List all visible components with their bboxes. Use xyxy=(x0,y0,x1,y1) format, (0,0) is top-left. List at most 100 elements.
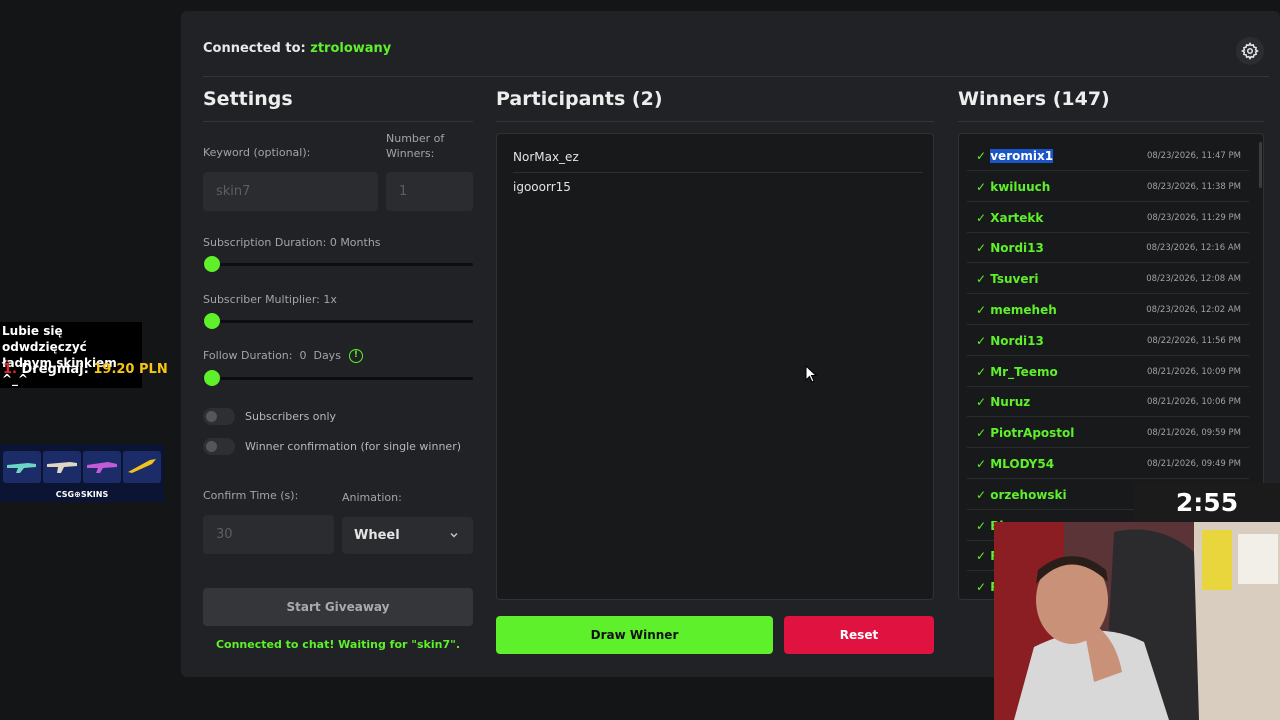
donation-message-line-1: Lubie się odwdzięczyć xyxy=(2,324,87,354)
participant-row[interactable]: igooorr15 xyxy=(513,180,571,194)
follow-duration-handle[interactable] xyxy=(204,370,220,386)
winners-divider xyxy=(958,121,1264,122)
check-icon: ✓ xyxy=(976,241,991,256)
winner-username: Mr_Teemo xyxy=(990,364,1058,379)
winner-row[interactable]: ✓ Xartekk 08/23/2026, 11:29 PM xyxy=(967,202,1249,233)
connection-label: Connected to: xyxy=(203,41,306,56)
settings-gear-button[interactable] xyxy=(1236,37,1264,65)
donation-message: Lubie się odwdzięczyć ładnym skinkiem ^_… xyxy=(0,322,142,388)
subscription-duration-label: Subscription Duration: 0 Months xyxy=(203,236,381,249)
winner-row[interactable]: ✓ Tsuveri 08/23/2026, 12:08 AM xyxy=(967,263,1249,295)
info-icon[interactable]: ! xyxy=(348,349,363,363)
subscription-duration-slider[interactable] xyxy=(203,263,473,266)
winner-row[interactable]: ✓ Nordi13 08/23/2026, 12:16 AM xyxy=(967,232,1249,264)
winner-username: Nuruz xyxy=(990,395,1031,410)
participants-list: NorMax_ez igooorr15 xyxy=(496,133,934,600)
winner-row[interactable]: ✓ Nordi13 08/22/2026, 11:56 PM xyxy=(967,325,1249,356)
check-icon: ✓ xyxy=(976,580,991,595)
keyword-input[interactable]: skin7 xyxy=(203,172,378,211)
winner-username: veromix1 xyxy=(990,149,1054,163)
connection-status: Connected to: ztrolowany xyxy=(203,41,391,56)
gear-icon xyxy=(1241,42,1259,60)
winner-username: Nordi13 xyxy=(990,333,1044,348)
subscriber-multiplier-handle[interactable] xyxy=(204,313,220,329)
confirm-time-input[interactable]: 30 xyxy=(203,515,334,554)
webcam-feed xyxy=(994,522,1280,720)
check-icon: ✓ xyxy=(976,395,991,410)
header-divider xyxy=(203,76,1269,77)
winner-username: Tsuveri xyxy=(990,272,1039,287)
mouse-cursor-icon xyxy=(805,365,817,383)
participant-divider xyxy=(513,172,923,173)
winner-username: orzehowski xyxy=(990,487,1067,502)
follow-duration-label: Follow Duration: 0 Days xyxy=(203,349,341,362)
check-icon: ✓ xyxy=(976,518,991,533)
winners-scrollbar[interactable] xyxy=(1259,142,1262,188)
participants-title: Participants (2) xyxy=(496,88,663,110)
winner-row[interactable]: ✓ Nuruz 08/21/2026, 10:06 PM xyxy=(967,386,1249,418)
winner-date: 08/21/2026, 09:49 PM xyxy=(1146,459,1241,469)
skin-thumb xyxy=(83,451,121,483)
winner-name: ✓ Nuruz xyxy=(976,395,1030,409)
participants-divider xyxy=(496,121,934,122)
start-giveaway-button[interactable]: Start Giveaway xyxy=(203,588,473,626)
winner-name: ✓ veromix1 xyxy=(976,149,1054,163)
winner-name: ✓ Xartekk xyxy=(976,211,1043,225)
donor-rank: 1. xyxy=(3,362,17,377)
check-icon: ✓ xyxy=(976,149,991,163)
winners-title: Winners (147) xyxy=(958,88,1110,110)
winner-name: ✓ memeheh xyxy=(976,303,1057,317)
winner-row[interactable]: ✓ PiotrApostol 08/21/2026, 09:59 PM xyxy=(967,417,1249,449)
donor-name: Dregmaj: xyxy=(21,362,89,377)
draw-winner-button[interactable]: Draw Winner xyxy=(496,616,773,654)
skins-banner: CSG⊕SKINS xyxy=(0,444,164,502)
winner-date: 08/23/2026, 12:16 AM xyxy=(1146,243,1241,254)
winner-username: memeheh xyxy=(990,303,1057,317)
winner-date: 08/22/2026, 11:56 PM xyxy=(1146,335,1241,346)
winner-name: ✓ Nordi13 xyxy=(976,241,1044,255)
winner-row[interactable]: ✓ kwiluuch 08/23/2026, 11:38 PM xyxy=(967,171,1249,202)
winner-name: ✓ Mr_Teemo xyxy=(976,365,1058,379)
skin-thumb xyxy=(43,451,81,483)
winner-date: 08/21/2026, 09:59 PM xyxy=(1146,428,1241,439)
winner-date: 08/21/2026, 10:06 PM xyxy=(1146,397,1241,408)
winner-name: ✓ Tsuveri xyxy=(976,272,1039,286)
winner-name: ✓ PiotrApostol xyxy=(976,426,1074,440)
chevron-down-icon xyxy=(450,533,458,538)
winner-name: ✓ kwiluuch xyxy=(976,180,1050,194)
banner-label: CSG⊕SKINS xyxy=(55,490,109,499)
subscribers-only-label: Subscribers only xyxy=(245,410,337,423)
animation-value: Wheel xyxy=(354,528,400,543)
follow-duration-row: Follow Duration: 0 Days! xyxy=(203,349,363,363)
check-icon: ✓ xyxy=(976,303,991,317)
winner-name: ✓ Nordi13 xyxy=(976,334,1044,348)
check-icon: ✓ xyxy=(976,549,991,564)
check-icon: ✓ xyxy=(976,272,991,287)
webcam-image xyxy=(994,522,1280,720)
check-icon: ✓ xyxy=(976,364,991,379)
subscriber-multiplier-slider[interactable] xyxy=(203,320,473,323)
animation-select[interactable]: Wheel xyxy=(342,517,473,554)
check-icon: ✓ xyxy=(976,426,991,441)
winner-confirmation-toggle[interactable] xyxy=(203,438,235,455)
number-of-winners-input[interactable]: 1 xyxy=(386,172,473,211)
number-of-winners-label-line-2: Winners: xyxy=(386,147,435,160)
animation-label: Animation: xyxy=(342,491,402,504)
winner-date: 08/23/2026, 12:08 AM xyxy=(1146,274,1241,285)
winner-row[interactable]: ✓ memeheh 08/23/2026, 12:02 AM xyxy=(967,294,1249,325)
subscription-duration-handle[interactable] xyxy=(204,256,220,272)
check-icon: ✓ xyxy=(976,333,991,348)
winner-date: 08/23/2026, 12:02 AM xyxy=(1146,305,1241,315)
winner-name: ✓ MLODY54 xyxy=(976,457,1054,471)
top-donor: 1. Dregmaj: 19.20 PLN xyxy=(3,362,168,377)
winner-row[interactable]: ✓ Mr_Teemo 08/21/2026, 10:09 PM xyxy=(967,356,1249,387)
subscribers-only-toggle[interactable] xyxy=(203,408,235,425)
follow-duration-slider[interactable] xyxy=(203,377,473,380)
reset-button[interactable]: Reset xyxy=(784,616,934,654)
winner-row[interactable]: ✓ veromix1 08/23/2026, 11:47 PM xyxy=(967,140,1249,171)
channel-name: ztrolowany xyxy=(310,41,392,56)
participant-row[interactable]: NorMax_ez xyxy=(513,150,579,164)
winner-row[interactable]: ✓ MLODY54 08/21/2026, 09:49 PM xyxy=(967,448,1249,479)
winner-username: kwiluuch xyxy=(990,179,1051,194)
winner-name: ✓ orzehowski xyxy=(976,488,1067,502)
